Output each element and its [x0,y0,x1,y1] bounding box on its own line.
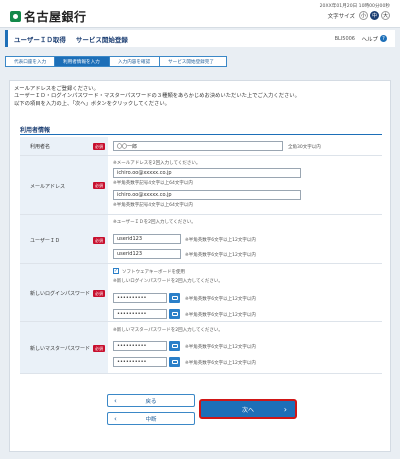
step-4: サービス開始登録完了 [159,56,227,67]
section-title: 利用者情報 [20,127,51,134]
user-name-label: 利用者名 [30,144,51,150]
master-password-confirm-input[interactable]: •••••••••• [113,357,167,367]
font-size-large-button[interactable]: 大 [381,11,390,20]
chevron-left-icon: ‹ [114,414,117,423]
row-master-password: 新しいマスターパスワード 必須 ※新しいマスターパスワードを2回入力してください… [20,322,382,374]
step-1: 代表口座を入力 [5,56,55,67]
email-instruction: ※メールアドレスを2回入力してください。 [113,161,201,166]
page-title-bar: ユーザーＩＤ取得 サービス開始登録 BLI5006 ヘルプ ? [5,30,395,47]
keyboard-icon [171,360,178,364]
back-button-label: 戻る [145,398,157,405]
email-note: ※半角英数字記号4文字以上64文字以内 [113,181,193,186]
next-button-label: 次へ [241,406,254,414]
help-icon: ? [380,35,387,42]
email-label: メールアドレス [30,184,66,190]
master-password-note: ※半角英数字6文字以上12文字以内 [185,345,256,350]
screen-code: BLI5006 [334,35,355,42]
font-size-small-button[interactable]: 小 [359,11,368,20]
user-id-note: ※半角英数字6文字以上12文字以内 [185,238,256,243]
email-confirm-input[interactable]: ichiro.oo@xxxxx.co.jp [113,190,301,200]
intro-line-2: ユーザーＩＤ・ログインパスワード・マスターパスワードの３種類をあらかじめお決めい… [14,93,300,100]
login-password-confirm-input[interactable]: •••••••••• [113,309,167,319]
page-subtitle: サービス開始登録 [75,35,128,44]
bank-logo: 名古屋銀行 [10,8,87,25]
required-badge: 必須 [93,182,105,189]
required-badge: 必須 [93,290,105,297]
user-id-instruction: ※ユーザーＩＤを2回入力してください。 [113,220,196,225]
font-size-medium-button[interactable]: 中 [370,11,379,20]
email-input[interactable]: ichiro.oo@xxxxx.co.jp [113,168,301,178]
help-label: ヘルプ [361,36,378,43]
chevron-right-icon: › [283,404,287,414]
back-button[interactable]: ‹ 戻る [107,394,195,407]
row-user-name: 利用者名 必須 〇〇一郎 全角30文字以内 [20,137,382,156]
keyboard-icon [171,312,178,316]
user-name-note: 全角30文字以内 [288,145,321,150]
chevron-left-icon: ‹ [114,396,117,405]
intro-text: メールアドレスをご登録ください。 ユーザーＩＤ・ログインパスワード・マスターパス… [14,86,300,108]
bank-logo-icon [10,11,21,22]
login-password-instruction: ※新しいログインパスワードを2回入力してください。 [113,279,223,284]
keyboard-icon [171,296,178,300]
row-email: メールアドレス 必須 ※メールアドレスを2回入力してください。 ichiro.o… [20,156,382,215]
row-user-id: ユーザーＩＤ 必須 ※ユーザーＩＤを2回入力してください。 userid123 … [20,215,382,264]
email-confirm-note: ※半角英数字記号4文字以上64文字以内 [113,203,193,208]
user-id-input[interactable]: userid123 [113,234,181,244]
step-3: 入力内容を確認 [109,56,160,67]
master-password-instruction: ※新しいマスターパスワードを2回入力してください。 [113,328,223,333]
software-keyboard-button[interactable] [169,357,180,367]
datetime: 20XX年01月20日 10時00分00秒 [319,4,390,9]
next-button[interactable]: 次へ › [199,399,297,419]
software-keyboard-label: ソフトウェアキーボードを使用 [122,270,185,275]
user-id-label: ユーザーＩＤ [30,238,60,244]
required-badge: 必須 [93,143,105,150]
login-password-note: ※半角英数字6文字以上12文字以内 [185,297,256,302]
master-password-confirm-note: ※半角英数字6文字以上12文字以内 [185,361,256,366]
font-size-label: 文字サイズ [327,13,355,20]
page-title: ユーザーＩＤ取得 [14,35,66,44]
row-login-password: 新しいログインパスワード 必須 ✓ ソフトウェアキーボードを使用 ※新しいログイ… [20,264,382,322]
intro-line-3: 以下の項目を入力の上、「次へ」ボタンをクリックしてください。 [14,100,170,107]
step-2: 利用者情報を入力 [54,56,110,67]
section-divider [20,134,382,135]
required-badge: 必須 [93,345,105,352]
progress-steps: 代表口座を入力 利用者情報を入力 入力内容を確認 サービス開始登録完了 [5,56,227,67]
keyboard-icon [171,344,178,348]
software-keyboard-button[interactable] [169,341,180,351]
required-badge: 必須 [93,237,105,244]
software-keyboard-button[interactable] [169,309,180,319]
user-name-input[interactable]: 〇〇一郎 [113,141,283,151]
software-keyboard-checkbox[interactable]: ✓ [113,268,119,274]
login-password-confirm-note: ※半角英数字6文字以上12文字以内 [185,313,256,318]
help-link[interactable]: ヘルプ ? [361,35,387,43]
cancel-button[interactable]: ‹ 中断 [107,412,195,425]
master-password-input[interactable]: •••••••••• [113,341,167,351]
login-password-label: 新しいログインパスワード [30,291,91,297]
bank-name: 名古屋銀行 [24,10,87,24]
font-size-selector: 文字サイズ 小 中 大 [328,11,390,20]
header: 名古屋銀行 20XX年01月20日 10時00分00秒 文字サイズ 小 中 大 [0,0,400,28]
user-id-confirm-input[interactable]: userid123 [113,249,181,259]
software-keyboard-button[interactable] [169,293,180,303]
cancel-button-label: 中断 [145,416,157,423]
user-id-confirm-note: ※半角英数字6文字以上12文字以内 [185,253,256,258]
login-password-input[interactable]: •••••••••• [113,293,167,303]
master-password-label: 新しいマスターパスワード [30,346,90,352]
